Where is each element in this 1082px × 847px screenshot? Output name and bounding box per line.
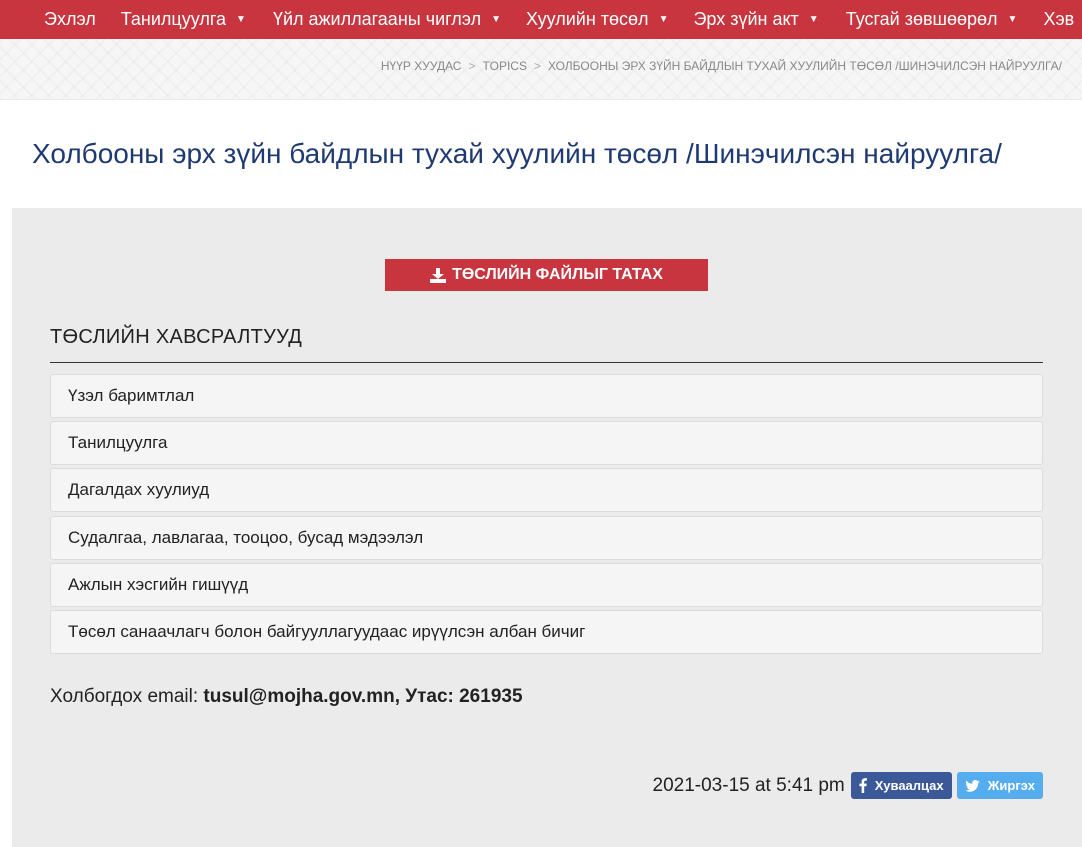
attachment-item-label: Судалгаа, лавлагаа, тооцоо, бусад мэдээл…	[68, 527, 424, 547]
facebook-share-button[interactable]: Хуваалцах	[850, 772, 952, 799]
post-timestamp: 2021-03-15 at 5:41 pm	[652, 774, 845, 796]
caret-down-icon: ▼	[1007, 14, 1018, 25]
attachment-item[interactable]: Дагалдах хуулиуд	[50, 468, 1043, 513]
caret-down-icon: ▼	[491, 14, 502, 25]
attachment-item-label: Үзэл баримтлал	[68, 386, 195, 405]
caret-down-icon: ▼	[236, 14, 246, 25]
facebook-icon	[859, 778, 867, 793]
page-title: Холбооны эрх зүйн байдлын тухай хуулийн …	[32, 138, 1002, 169]
nav-item-label: Тусгай зөвшөөрөл	[845, 9, 998, 29]
nav-item-label: Танилцуулга	[120, 9, 227, 29]
twitter-share-button[interactable]: Жиргэх	[956, 772, 1043, 799]
nav-item-law-drafts[interactable]: Хуулийн төсөл ▼	[526, 0, 668, 39]
caret-down-icon: ▼	[658, 14, 669, 25]
nav-item-special-permits[interactable]: Тусгай зөвшөөрөл ▼	[846, 0, 1018, 39]
nav-item-label: Хуулийн төсөл	[526, 9, 649, 29]
download-icon	[430, 267, 447, 283]
contact-info: Холбогдох email: tusul@mojha.gov.mn, Ута…	[50, 686, 523, 708]
attachment-item[interactable]: Төсөл санаачлагч болон байгууллагуудаас …	[50, 609, 1043, 654]
section-divider	[50, 362, 1043, 363]
attachment-item[interactable]: Судалгаа, лавлагаа, тооцоо, бусад мэдээл…	[50, 515, 1043, 560]
download-button-label: Төслийн файлыг татах	[452, 266, 663, 283]
facebook-share-label: Хуваалцах	[874, 778, 944, 793]
nav-item-label: Үйл ажиллагааны чиглэл	[272, 9, 482, 29]
attachment-item[interactable]: Үзэл баримтлал	[50, 374, 1043, 418]
caret-down-icon: ▼	[808, 14, 819, 25]
attachment-item-label: Төсөл санаачлагч болон байгууллагуудаас …	[68, 621, 586, 641]
breadcrumb: Нүүр хуудас > Topics > Холбооны эрх зүйн…	[381, 59, 1062, 73]
nav-item-activities[interactable]: Үйл ажиллагааны чиглэл ▼	[273, 0, 501, 39]
nav-item-label: Эхлэл	[44, 9, 96, 29]
breadcrumb-current: Холбооны эрх зүйн байдлын тухай хуулийн …	[547, 59, 1062, 73]
twitter-share-label: Жиргэх	[987, 778, 1035, 793]
twitter-icon	[964, 779, 980, 792]
post-footer: 2021-03-15 at 5:41 pm Хуваалцах Жиргэх	[653, 772, 1043, 799]
nav-item-home[interactable]: Эхлэл	[44, 0, 96, 39]
top-navigation: Эхлэл Танилцуулга ▼ Үйл ажиллагааны чигл…	[0, 0, 1082, 39]
attachment-item[interactable]: Танилцуулга	[50, 421, 1043, 466]
nav-item-label: Хэв	[1043, 9, 1075, 29]
attachment-item-label: Ажлын хэсгийн гишүүд	[68, 574, 249, 594]
breadcrumb-band: Нүүр хуудас > Topics > Холбооны эрх зүйн…	[0, 39, 1082, 100]
nav-item-introduction[interactable]: Танилцуулга ▼	[121, 0, 246, 39]
attachment-item-label: Танилцуулга	[68, 433, 168, 453]
breadcrumb-separator: >	[468, 59, 476, 73]
breadcrumb-home-link[interactable]: Нүүр хуудас	[381, 59, 462, 73]
attachments-heading: Төслийн хавсралтууд	[50, 326, 303, 348]
attachment-item[interactable]: Ажлын хэсгийн гишүүд	[50, 562, 1043, 607]
contact-value: tusul@mojha.gov.mn, Утас: 261935	[203, 686, 523, 707]
content-panel: Төслийн файлыг татах Төслийн хавсралтууд…	[12, 208, 1082, 847]
nav-item-truncated[interactable]: Хэв	[1043, 0, 1074, 39]
breadcrumb-topics-link[interactable]: Topics	[483, 59, 527, 73]
contact-prefix: Холбогдох email:	[50, 686, 204, 707]
nav-item-legal-acts[interactable]: Эрх зүйн акт ▼	[693, 0, 818, 39]
breadcrumb-separator: >	[533, 59, 541, 73]
download-file-button[interactable]: Төслийн файлыг татах	[385, 259, 708, 291]
attachment-item-label: Дагалдах хуулиуд	[68, 480, 210, 500]
attachments-list: Үзэл баримтлал Танилцуулга Дагалдах хуул…	[50, 374, 1043, 657]
nav-item-label: Эрх зүйн акт	[693, 9, 799, 29]
